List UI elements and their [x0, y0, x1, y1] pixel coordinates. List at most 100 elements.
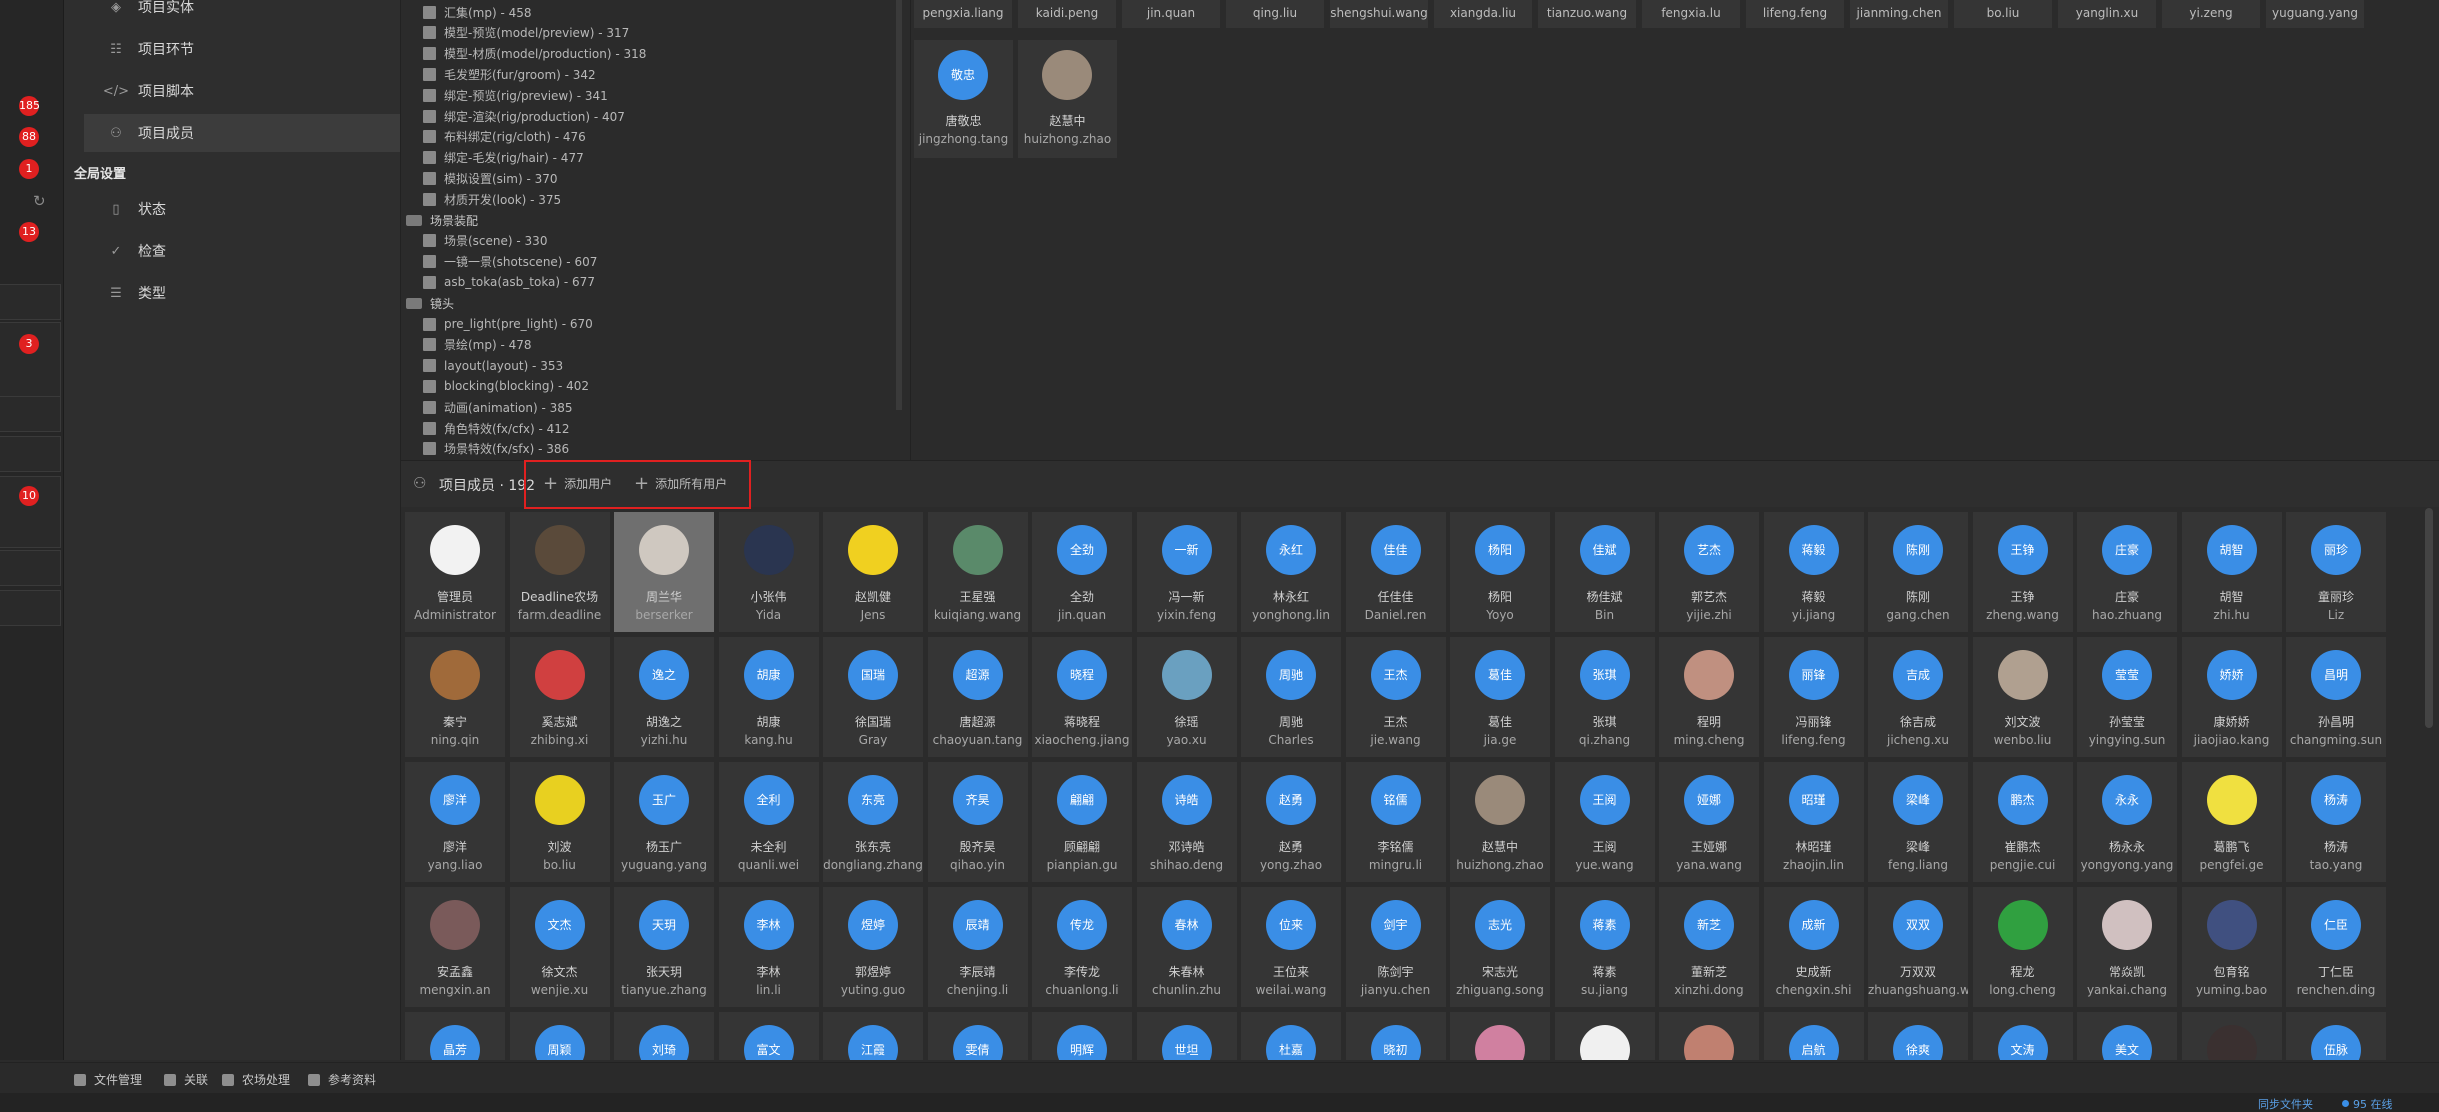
sync-folder-label[interactable]: 同步文件夹: [2258, 1096, 2313, 1112]
member-card[interactable]: 安孟鑫 mengxin.an: [405, 887, 505, 1007]
member-card[interactable]: 江霞: [823, 1012, 923, 1060]
checkbox[interactable]: [423, 275, 436, 289]
tree-row[interactable]: blocking(blocking) - 402: [423, 376, 589, 396]
member-card[interactable]: 昌明 孙昌明 changming.sun: [2286, 637, 2386, 757]
member-card[interactable]: 蒋毅 蒋毅 yi.jiang: [1763, 512, 1864, 632]
checkbox[interactable]: [423, 317, 436, 331]
member-card[interactable]: 包育铭 yuming.bao: [2181, 887, 2282, 1007]
member-card[interactable]: 佳斌 杨佳斌 Bin: [1554, 512, 1655, 632]
user-card[interactable]: yuguang.yang: [2266, 0, 2364, 28]
checkbox[interactable]: [423, 26, 436, 40]
user-card[interactable]: jianming.chen: [1850, 0, 1948, 28]
tree-row[interactable]: 绑定-渲染(rig/production) - 407: [423, 106, 625, 126]
member-card[interactable]: 张琪 张琪 qi.zhang: [1554, 637, 1655, 757]
user-card[interactable]: qing.liu: [1226, 0, 1324, 28]
member-card[interactable]: 小张伟 Yida: [718, 512, 819, 632]
tree-scrollbar[interactable]: [896, 0, 902, 410]
member-card[interactable]: 东亮 张东亮 dongliang.zhang: [823, 762, 923, 882]
nav-item-check[interactable]: ✓ 检查: [84, 232, 400, 270]
member-card[interactable]: 铭儒 李铭儒 mingru.li: [1345, 762, 1446, 882]
member-card[interactable]: 伍脉: [2286, 1012, 2386, 1060]
user-card[interactable]: bo.liu: [1954, 0, 2052, 28]
member-card[interactable]: 梁峰 梁峰 feng.liang: [1868, 762, 1968, 882]
checkbox[interactable]: [423, 400, 436, 414]
tree-group[interactable]: 镜头: [406, 293, 454, 313]
tree-row[interactable]: 汇集(mp) - 458: [423, 2, 532, 22]
member-card[interactable]: 永永 杨永永 yongyong.yang: [2077, 762, 2177, 882]
member-card[interactable]: 王星强 kuiqiang.wang: [927, 512, 1028, 632]
member-card[interactable]: 王杰 王杰 jie.wang: [1345, 637, 1446, 757]
tree-row[interactable]: 动画(animation) - 385: [423, 397, 573, 417]
user-card[interactable]: xiangda.liu: [1434, 0, 1532, 28]
tree-row[interactable]: 绑定-毛发(rig/hair) - 477: [423, 148, 584, 168]
checkbox[interactable]: [423, 421, 436, 435]
member-card[interactable]: 杨阳 杨阳 Yoyo: [1450, 512, 1550, 632]
tree-row[interactable]: 角色特效(fx/cfx) - 412: [423, 418, 570, 438]
rail-box[interactable]: [0, 436, 61, 472]
nav-item-status[interactable]: ▯ 状态: [84, 190, 400, 228]
tree-group[interactable]: 场景装配: [406, 210, 478, 230]
member-card[interactable]: 刘琦: [614, 1012, 714, 1060]
tree-row[interactable]: 场景特效(fx/sfx) - 386: [423, 439, 569, 459]
checkbox[interactable]: [423, 379, 436, 393]
member-card[interactable]: 廖洋 廖洋 yang.liao: [405, 762, 505, 882]
member-card[interactable]: 胡康 胡康 kang.hu: [718, 637, 819, 757]
member-card[interactable]: Deadline农场 farm.deadline: [509, 512, 610, 632]
tree-row[interactable]: 毛发塑形(fur/groom) - 342: [423, 64, 596, 84]
checkbox[interactable]: [423, 192, 436, 206]
members-scrollbar[interactable]: [2425, 508, 2433, 728]
tree-row[interactable]: 模拟设置(sim) - 370: [423, 168, 558, 188]
member-card[interactable]: 吉成 徐吉成 jicheng.xu: [1868, 637, 1968, 757]
member-card[interactable]: 杨涛 杨涛 tao.yang: [2286, 762, 2386, 882]
member-card[interactable]: 志光 宋志光 zhiguang.song: [1450, 887, 1550, 1007]
member-card[interactable]: 晓程 蒋晓程 xiaocheng.jiang: [1032, 637, 1132, 757]
member-card[interactable]: 王铮 王铮 zheng.wang: [1972, 512, 2073, 632]
member-card[interactable]: 常焱凯 yankai.chang: [2077, 887, 2177, 1007]
member-card[interactable]: 刘文波 wenbo.liu: [1972, 637, 2073, 757]
member-card[interactable]: 春林 朱春林 chunlin.zhu: [1136, 887, 1237, 1007]
member-card[interactable]: 秦宁 ning.qin: [405, 637, 505, 757]
checkbox[interactable]: [423, 442, 436, 456]
member-card[interactable]: 富文: [718, 1012, 819, 1060]
tree-row[interactable]: 材质开发(look) - 375: [423, 189, 561, 209]
member-card[interactable]: 诗皓 邓诗皓 shihao.deng: [1136, 762, 1237, 882]
member-card[interactable]: 雯倩: [927, 1012, 1028, 1060]
member-card[interactable]: 逸之 胡逸之 yizhi.hu: [614, 637, 714, 757]
member-card[interactable]: 徐爽: [1868, 1012, 1968, 1060]
user-card[interactable]: lifeng.feng: [1746, 0, 1844, 28]
checkbox[interactable]: [423, 130, 436, 144]
member-card[interactable]: 娅娜 王娅娜 yana.wang: [1659, 762, 1759, 882]
tree-row[interactable]: 模型-预览(model/preview) - 317: [423, 23, 629, 43]
nav-item-type[interactable]: ☰ 类型: [84, 274, 400, 312]
user-card[interactable]: fengxia.lu: [1642, 0, 1740, 28]
tree-row[interactable]: 模型-材质(model/production) - 318: [423, 44, 646, 64]
member-card[interactable]: 昭瑾 林昭瑾 zhaojin.lin: [1763, 762, 1864, 882]
reference-button[interactable]: 参考资料: [308, 1071, 376, 1088]
user-card[interactable]: tianzuo.wang: [1538, 0, 1636, 28]
rail-box[interactable]: [0, 284, 61, 320]
member-card[interactable]: 蒋素 蒋素 su.jiang: [1554, 887, 1655, 1007]
member-card[interactable]: 庄豪 庄豪 hao.zhuang: [2077, 512, 2177, 632]
user-card[interactable]: kaidi.peng: [1018, 0, 1116, 28]
member-card[interactable]: 赵慧中 huizhong.zhao: [1450, 762, 1550, 882]
member-card[interactable]: 莹莹 孙莹莹 yingying.sun: [2077, 637, 2177, 757]
member-card[interactable]: 程明 ming.cheng: [1659, 637, 1759, 757]
member-card[interactable]: 晓初: [1345, 1012, 1446, 1060]
member-card[interactable]: 明辉: [1032, 1012, 1132, 1060]
member-card[interactable]: 位来 王位来 weilai.wang: [1241, 887, 1341, 1007]
member-card[interactable]: 杜嘉: [1241, 1012, 1341, 1060]
tree-row[interactable]: asb_toka(asb_toka) - 677: [423, 272, 595, 292]
member-card[interactable]: 管理员 Administrator: [405, 512, 505, 632]
member-card[interactable]: 程龙 long.cheng: [1972, 887, 2073, 1007]
member-card[interactable]: 娇娇 康娇娇 jiaojiao.kang: [2181, 637, 2282, 757]
nav-item-scripts[interactable]: </> 项目脚本: [84, 72, 400, 110]
tree-row[interactable]: 一镜一景(shotscene) - 607: [423, 252, 597, 272]
member-card[interactable]: 玉广 杨玉广 yuguang.yang: [614, 762, 714, 882]
tree-row[interactable]: pre_light(pre_light) - 670: [423, 314, 593, 334]
member-card[interactable]: 佳佳 任佳佳 Daniel.ren: [1345, 512, 1446, 632]
member-card[interactable]: 传龙 李传龙 chuanlong.li: [1032, 887, 1132, 1007]
member-card[interactable]: 剑宇 陈剑宇 jianyu.chen: [1345, 887, 1446, 1007]
member-card[interactable]: 煜婷 郭煜婷 yuting.guo: [823, 887, 923, 1007]
tree-row[interactable]: 场景(scene) - 330: [423, 231, 547, 251]
member-card[interactable]: 葛佳 葛佳 jia.ge: [1450, 637, 1550, 757]
